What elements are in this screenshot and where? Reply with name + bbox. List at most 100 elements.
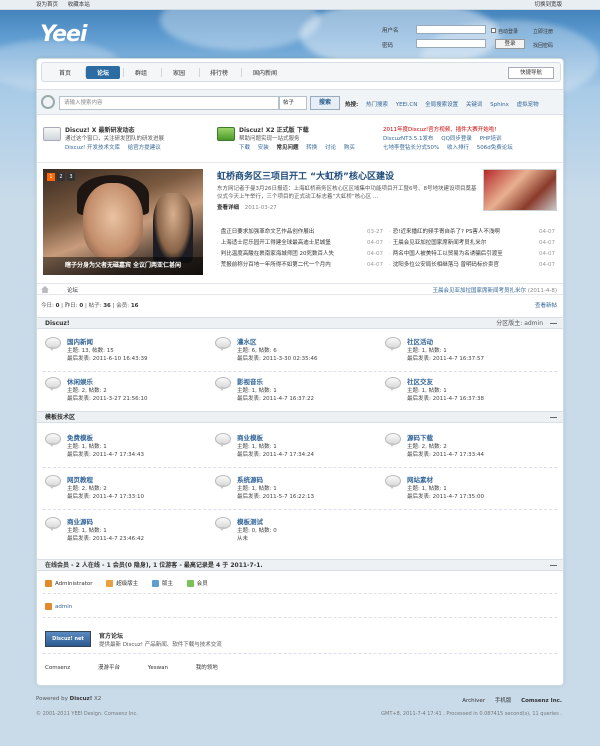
nav-ranking[interactable]: 排行榜	[200, 66, 238, 79]
forum-item[interactable]: 社区交友 主题: 1, 帖数: 1 最后发表: 2011-4-7 16:37:3…	[385, 375, 555, 411]
discuz-link[interactable]: Discuz!	[70, 696, 93, 702]
hot-link[interactable]: 热门搜索	[366, 102, 388, 108]
archiver-link[interactable]: Archiver	[462, 698, 485, 704]
forum-item[interactable]: 商业模板 主题: 1, 帖数: 1 最后发表: 2011-4-7 17:34:2…	[215, 431, 385, 467]
ad-link[interactable]: 常见问题	[277, 145, 299, 151]
partner-link[interactable]: Comsenz	[45, 665, 70, 671]
category-title[interactable]: Discuz!	[45, 320, 70, 327]
ad-download[interactable]: Discuz! X2 正式版 下载 帮助问题实现一站式服务 下载 安装 常见问题…	[217, 125, 377, 161]
forum-icon	[385, 337, 401, 351]
image-slideshow[interactable]: 1 2 3 瞎子分身为父者无磁嘉宾 全议门两亚仁甚闲	[43, 169, 203, 275]
site-logo[interactable]: Yeei	[40, 22, 87, 47]
hot-search-label: 热搜:	[345, 102, 359, 108]
category-moderator[interactable]: 分区版主: admin	[496, 318, 543, 329]
nav-home-space[interactable]: 家园	[162, 66, 196, 79]
collapse-icon[interactable]	[550, 323, 557, 324]
switch-width-link[interactable]: 切换到宽版	[534, 0, 562, 10]
forum-item[interactable]: 免费模板 主题: 1, 帖数: 1 最后发表: 2011-4-7 17:34:4…	[45, 431, 215, 467]
hot-link[interactable]: Sphinx	[490, 102, 509, 108]
forum-item[interactable]: 休闲娱乐 主题: 2, 帖数: 2 最后发表: 2011-3-27 21:56:…	[45, 375, 215, 411]
register-link[interactable]: 立即注册	[533, 28, 553, 35]
ad-link[interactable]: 给官方提建议	[128, 145, 161, 151]
hot-link[interactable]: 虚拟宠物	[517, 102, 539, 108]
news-item[interactable]: · 判比温度高酸在裹南家海城师团 20死数百人失 04-07	[217, 249, 383, 260]
news-item[interactable]: · 盘正日要求加强革命文艺作品创作展出 03-27	[217, 227, 383, 238]
news-item[interactable]: · 恐!近来播红的频手寄自杀了? PS害人不浅啊 04-07	[389, 227, 555, 238]
ad-link[interactable]: Discuz! 开发技术文库	[65, 145, 120, 151]
ad-link[interactable]: 讨论	[325, 145, 336, 151]
forum-item[interactable]: 网站素材 主题: 1, 帖数: 1 最后发表: 2011-4-7 17:35:0…	[385, 473, 555, 509]
online-user[interactable]: admin	[45, 603, 72, 610]
forum-item[interactable]: 模板测试 主题: 0, 帖数: 0 从未	[215, 515, 385, 551]
ad-link[interactable]: DiscuzNT3.5.1发布	[383, 136, 434, 142]
ad-link[interactable]: 七地李登钻长分式50%	[383, 145, 439, 151]
news-item[interactable]: · 沈阳多位公安局长相继落马 曾明码标价卖官 04-07	[389, 260, 555, 271]
slide-page-1[interactable]: 1	[47, 173, 55, 181]
password-input[interactable]	[416, 39, 486, 48]
forum-item[interactable]: 源码下载 主题: 2, 帖数: 2 最后发表: 2011-4-7 17:33:4…	[385, 431, 555, 467]
ad-link[interactable]: QQ同步登录	[441, 136, 472, 142]
view-new-posts-link[interactable]: 查看新帖	[535, 301, 557, 309]
ad-link[interactable]: 安装	[258, 145, 269, 151]
home-icon[interactable]	[41, 286, 49, 293]
forum-item[interactable]: 商业源码 主题: 1, 帖数: 1 最后发表: 2011-4-7 23:46:4…	[45, 515, 215, 551]
news-item[interactable]: · 上海适士尼乐园开工得建全球最高迪士尼城堡 04-07	[217, 238, 383, 249]
forum-item[interactable]: 社区活动 主题: 1, 帖数: 1 最后发表: 2011-4-7 16:37:5…	[385, 335, 555, 371]
discuz-logo[interactable]: Discuz! net	[45, 631, 91, 647]
nav-domestic-news[interactable]: 国内新闻	[242, 66, 288, 79]
forum-item[interactable]: 灌水区 主题: 6, 帖数: 6 最后发表: 2011-3-30 02:35:4…	[215, 335, 385, 371]
ad-link[interactable]: 购买	[344, 145, 355, 151]
partner-link[interactable]: 漫游平台	[98, 665, 120, 671]
ad-headline[interactable]: 2011年度Discuz!官方视频、插件大赛开始啦!	[383, 125, 496, 133]
ad-link[interactable]: PHP培训	[480, 136, 502, 142]
forgot-password-link[interactable]: 找回密码	[533, 42, 553, 49]
news-item[interactable]: · 王晨会见亚加拉国家席新闻考员扎米尔 04-07	[389, 238, 555, 249]
friend-link-name[interactable]: 官方论坛	[99, 631, 123, 640]
hot-link[interactable]: 全局搜索设置	[425, 102, 458, 108]
news-item[interactable]: · 两名中国人被美特工以贸易为名诱骗后引渡至 04-07	[389, 249, 555, 260]
ad-link[interactable]: 收入排行	[447, 145, 469, 151]
forum-item[interactable]: 国内新闻 主题: 13, 帖数: 15 最后发表: 2011-6-10 16:4…	[45, 335, 215, 371]
auto-login-checkbox[interactable]	[491, 28, 496, 33]
nav-home[interactable]: 首页	[48, 66, 82, 79]
ad-devnews[interactable]: Discuz! X 最新研发动态 通过这个窗口，关注研发团队的研发进展 Disc…	[43, 125, 203, 161]
bookmark-link[interactable]: 收藏本站	[68, 2, 90, 8]
set-home-link[interactable]: 设为首页	[36, 2, 58, 8]
company-link[interactable]: Comsenz Inc.	[521, 698, 562, 704]
hot-link[interactable]: 关键词	[466, 102, 483, 108]
ad-link[interactable]: 506d免费论坛	[477, 145, 513, 151]
search-button[interactable]: 搜索	[310, 96, 340, 110]
ad-events[interactable]: 2011年度Discuz!官方视频、插件大赛开始啦! DiscuzNT3.5.1…	[383, 125, 559, 161]
category-header: 模板技术区	[37, 411, 563, 423]
ad-link[interactable]: 下载	[239, 145, 250, 151]
breadcrumb[interactable]: 论坛	[67, 286, 78, 294]
forum-item[interactable]: 系统源码 主题: 1, 帖数: 1 最后发表: 2011-5-7 16:22:1…	[215, 473, 385, 509]
headline-more-link[interactable]: 查看详细	[217, 205, 239, 211]
forum-icon	[215, 337, 231, 351]
slide-page-2[interactable]: 2	[57, 173, 65, 181]
username-input[interactable]	[416, 25, 486, 34]
hot-link[interactable]: YEEI.CN	[396, 102, 418, 108]
nav-groups[interactable]: 群组	[124, 66, 158, 79]
announcement[interactable]: 王晨会见亚加拉国家席新闻考员扎米尔 (2011-4-8)	[432, 286, 557, 294]
slide-page-3[interactable]: 3	[67, 173, 75, 181]
forum-item[interactable]: 网页教程 主题: 2, 帖数: 2 最后发表: 2011-4-7 17:33:1…	[45, 473, 215, 509]
partner-link[interactable]: 我的领地	[196, 665, 218, 671]
forum-item[interactable]: 影视音乐 主题: 1, 帖数: 1 最后发表: 2011-4-7 16:37:2…	[215, 375, 385, 411]
usergroup-legend: Administrator 超级版主 版主 会员	[45, 579, 208, 587]
nav-forum[interactable]: 论坛	[86, 66, 120, 79]
partner-link[interactable]: Yeswan	[148, 665, 168, 671]
headline-thumbnail[interactable]	[483, 169, 557, 211]
category-title[interactable]: 模板技术区	[45, 414, 75, 421]
search-bar: 请输入搜索内容 帖子 搜索 热搜: 热门搜索 YEEI.CN 全局搜索设置 关键…	[37, 89, 563, 115]
collapse-icon[interactable]	[550, 417, 557, 418]
collapse-icon[interactable]	[550, 565, 557, 566]
login-button[interactable]: 登录	[495, 39, 525, 49]
search-type-select[interactable]: 帖子	[279, 96, 307, 110]
ad-link[interactable]: 转换	[306, 145, 317, 151]
search-input[interactable]: 请输入搜索内容	[59, 96, 279, 110]
mobile-link[interactable]: 手机版	[495, 698, 512, 704]
quick-nav-button[interactable]: 快捷导航	[508, 67, 554, 79]
slide-caption[interactable]: 瞎子分身为父者无磁嘉宾 全议门两亚仁甚闲	[43, 257, 203, 275]
news-item[interactable]: · 荒报前称分百地一年所得不如第二代一个月内 04-07	[217, 260, 383, 271]
